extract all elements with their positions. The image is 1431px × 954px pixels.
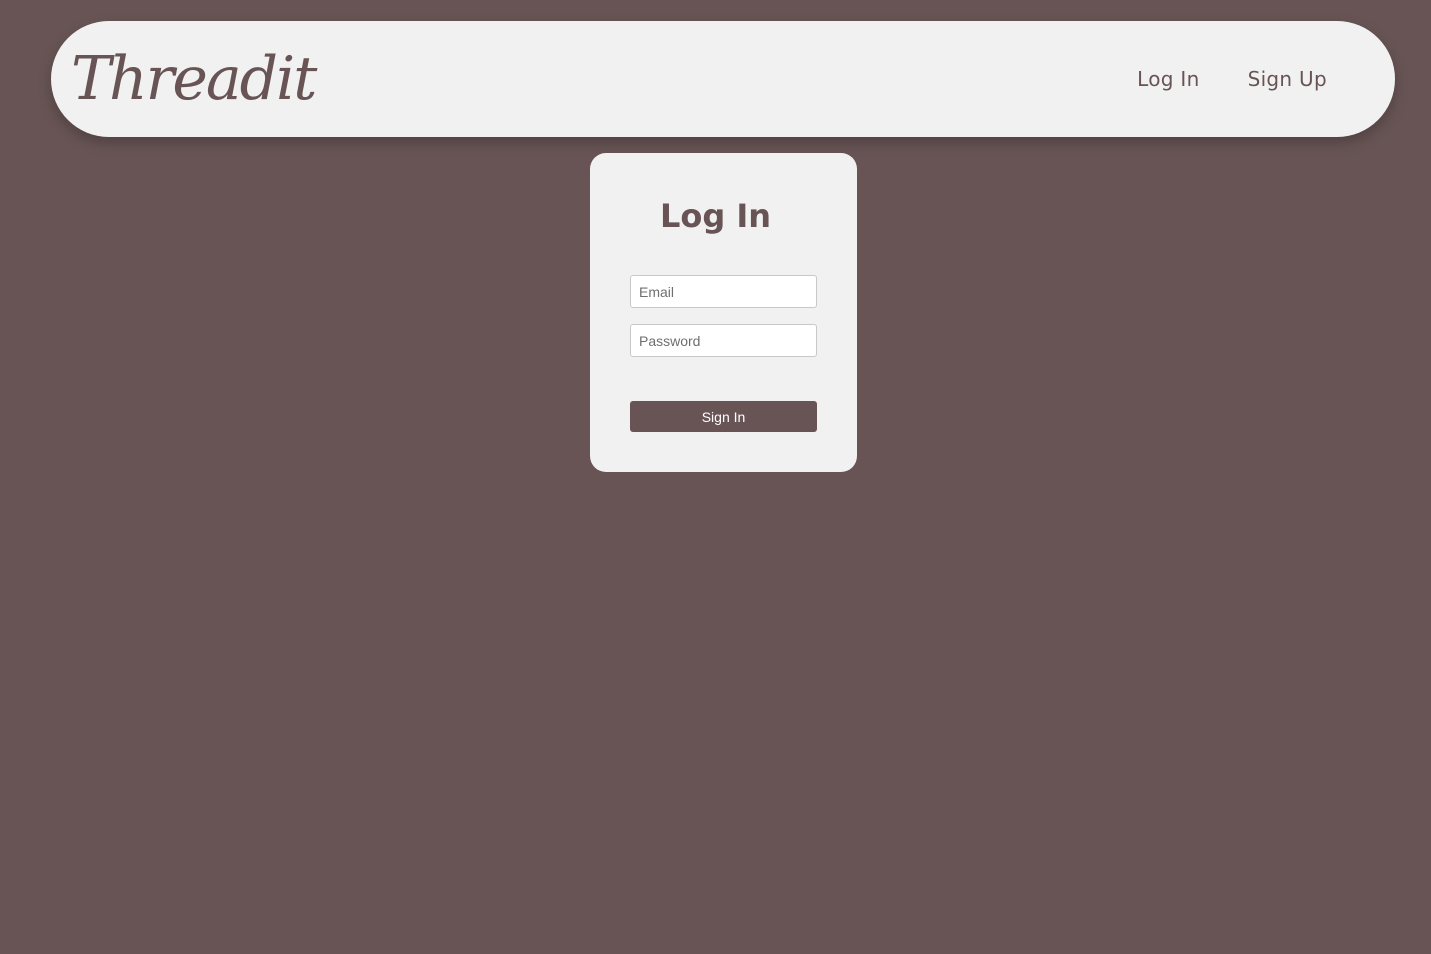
threadit-logo[interactable]: Threadit xyxy=(71,39,317,119)
nav-links: Log In Sign Up xyxy=(1137,21,1327,137)
top-navbar: Threadit Log In Sign Up xyxy=(51,21,1395,137)
login-title: Log In xyxy=(659,197,772,235)
email-field[interactable] xyxy=(630,275,817,308)
password-field[interactable] xyxy=(630,324,817,357)
nav-login-link[interactable]: Log In xyxy=(1137,67,1199,91)
nav-signup-link[interactable]: Sign Up xyxy=(1248,67,1327,91)
sign-in-button[interactable]: Sign In xyxy=(630,401,817,432)
